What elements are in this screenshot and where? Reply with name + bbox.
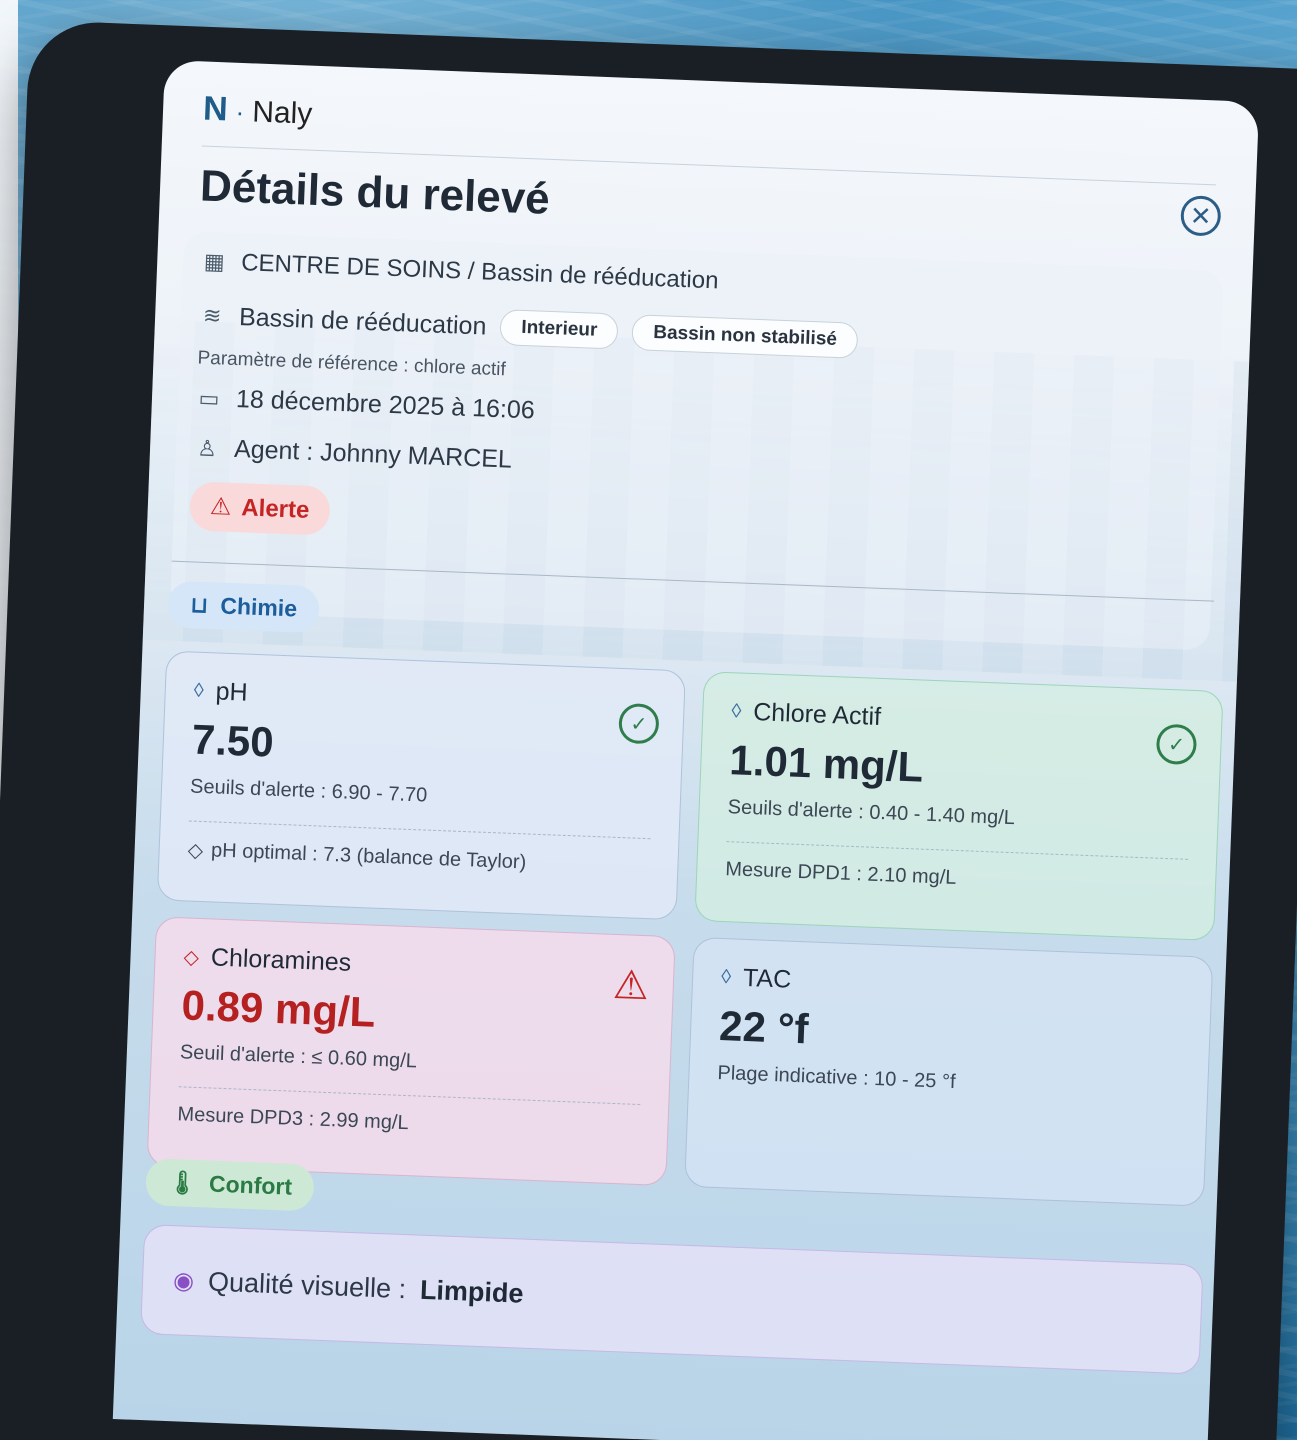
metric-footer-text: Mesure DPD1 : 2.10 mg/L <box>724 858 957 889</box>
brand-letter: N <box>202 89 229 129</box>
section-chemistry: ⊔ Chimie <box>167 580 320 634</box>
metric-footer: Mesure DPD3 : 2.99 mg/L <box>177 1103 640 1144</box>
metric-header: ◊ Chlore Actif <box>731 697 1194 744</box>
metric-label: Chlore Actif <box>752 698 882 731</box>
calendar-icon: ▭ <box>198 385 220 411</box>
metric-label: pH <box>215 677 249 707</box>
section-chemistry-label: Chimie <box>219 592 298 622</box>
metric-divider <box>178 1086 641 1106</box>
thermometer-icon: 🌡︎ <box>167 1168 198 1197</box>
pool-name: Bassin de rééducation <box>238 302 487 341</box>
metric-footer-text: Mesure DPD3 : 2.99 mg/L <box>177 1103 410 1135</box>
drop-icon: ◇ <box>183 946 200 969</box>
drop-icon: ◇ <box>187 839 204 863</box>
drops-icon: ◊ <box>730 700 742 723</box>
building-icon: ▦ <box>203 248 226 275</box>
metric-value: 1.01 mg/L <box>728 736 925 791</box>
metric-divider <box>726 841 1189 860</box>
metric-value: 0.89 mg/L <box>180 981 377 1036</box>
user-icon: ♙ <box>196 435 218 461</box>
brand-name: Naly <box>251 95 313 131</box>
metric-value: 7.50 <box>191 715 275 766</box>
warning-icon: ⚠ <box>209 493 232 521</box>
metric-value: 22 °f <box>718 1002 810 1053</box>
status-badge: ⚠ Alerte <box>188 481 331 536</box>
brand-logo: N · Naly <box>202 90 313 133</box>
brand-separator: · <box>235 96 245 128</box>
record-details-panel: N · Naly ✕ Détails du relevé ▦ CENTRE DE… <box>113 60 1259 1440</box>
metric-label: TAC <box>742 963 792 994</box>
metric-header: ◇ Chloramines <box>183 942 646 989</box>
close-icon: ✕ <box>1189 200 1213 232</box>
visual-quality-value: Limpide <box>419 1274 525 1309</box>
visual-quality-card: ◉ Qualité visuelle : Limpide <box>140 1224 1204 1375</box>
section-comfort-label: Confort <box>208 1170 293 1200</box>
waves-icon: ≋ <box>202 302 222 329</box>
flask-icon: ⊔ <box>189 591 209 619</box>
warning-icon: ⚠ <box>612 962 650 1009</box>
page-title: Détails du relevé <box>199 161 551 224</box>
metric-label: Chloramines <box>210 943 352 977</box>
metric-threshold: Seuil d'alerte : ≤ 0.60 mg/L <box>179 1041 418 1073</box>
metric-card-ph: ◊ pH 7.50 Seuils d'alerte : 6.90 - 7.70 … <box>156 650 686 921</box>
metric-divider <box>188 820 651 840</box>
metric-card-chloramines: ◇ Chloramines 0.89 mg/L Seuil d'alerte :… <box>146 916 676 1187</box>
metric-card-chlore: ◊ Chlore Actif 1.01 mg/L Seuils d'alerte… <box>694 671 1224 941</box>
eye-icon: ◉ <box>172 1266 195 1295</box>
tablet-screen: N · Naly ✕ Détails du relevé ▦ CENTRE DE… <box>112 60 1260 1440</box>
metric-header: ◊ TAC <box>721 963 1184 1010</box>
metric-footer: Mesure DPD1 : 2.10 mg/L <box>725 858 1188 899</box>
drops-icon: ◊ <box>720 966 732 989</box>
close-button[interactable]: ✕ <box>1180 195 1222 237</box>
status-label: Alerte <box>240 493 310 524</box>
metric-footer: ◇ pH optimal : 7.3 (balance de Taylor) <box>187 837 650 880</box>
metric-threshold: Seuils d'alerte : 0.40 - 1.40 mg/L <box>727 796 1016 830</box>
drops-icon: ◊ <box>193 679 205 702</box>
tag-indoor: Interieur <box>499 309 620 350</box>
visual-quality-label: Qualité visuelle : <box>207 1266 407 1304</box>
metric-threshold: Plage indicative : 10 - 25 °f <box>717 1061 956 1094</box>
metric-header: ◊ pH <box>193 677 656 724</box>
section-comfort: 🌡︎ Confort <box>145 1158 315 1212</box>
metric-threshold: Seuils d'alerte : 6.90 - 7.70 <box>189 775 428 807</box>
metric-footer-text: pH optimal : 7.3 (balance de Taylor) <box>210 839 527 874</box>
metric-card-tac: ◊ TAC 22 °f Plage indicative : 10 - 25 °… <box>684 936 1214 1207</box>
